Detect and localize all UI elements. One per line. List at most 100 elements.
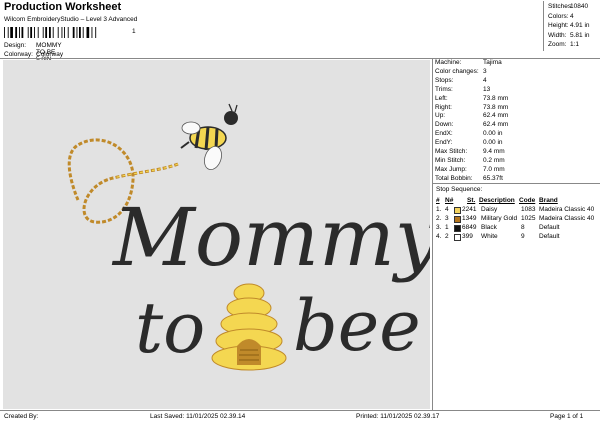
machine-info-label: Stops: [435,76,454,84]
machine-info-value: 62.4 mm [483,121,509,129]
seq-needle: 3 [445,215,449,222]
seq-stitches: 8 [521,224,525,231]
machine-info-value: 73.8 mm [483,103,509,111]
machine-info-value: 65.37ft [483,174,503,182]
machine-info-row: Max Jump: 7.0 mm [435,165,505,173]
thread-color-swatch [454,225,461,232]
thread-color-swatch [454,234,461,241]
seq-stitches: 9 [521,233,525,240]
seq-description: Military Gold [481,215,518,222]
seq-brand: Madeira Classic 40 [539,215,595,222]
thread-color-swatch [454,207,461,214]
machine-info-value: Tajima [483,59,502,66]
machine-info-label: Left: [435,94,448,102]
barcode [4,27,97,38]
col-header-code: Code [519,197,536,204]
machine-info-label: Min Stitch: [435,156,466,164]
machine-info-row: Down: 62.4 mm [435,121,508,129]
seq-stitches: 1083 [521,206,536,213]
seq-needle: 4 [445,206,449,213]
stat-zoom: Zoom: 1:1 [548,41,580,48]
machine-info-label: Machine: [435,59,462,66]
col-header-st: St. [467,197,476,204]
machine-info-value: 4 [483,76,487,84]
machine-info-label: Down: [435,121,454,129]
machine-info-row: Left: 73.8 mm [435,94,508,102]
machine-info-value: 9.4 mm [483,148,505,155]
machine-info-label: EndY: [435,139,453,147]
machine-info-row: Up: 62.4 mm [435,112,508,120]
col-header-num: # [436,197,440,204]
colorway-label: Colorway: [4,51,33,58]
machine-info-label: Max Stitch: [435,148,468,155]
machine-info-value: 62.4 mm [483,112,509,120]
machine-info-label: Up: [435,112,446,120]
machine-info-row: Min Stitch: 0.2 mm [435,156,505,164]
stop-sequence-title: Stop Sequence: [436,186,483,193]
col-header-brand: Brand [539,197,558,204]
footer-printed: Printed: 11/01/2025 02.39.17 [356,413,440,420]
machine-info-row: EndX: 0.00 in [435,130,503,138]
seq-description: White [481,233,498,240]
seq-num: 1. [436,206,442,213]
seq-description: Daisy [481,206,498,213]
seq-needle: 1 [445,224,449,231]
software-subtitle: Wilcom EmbroideryStudio – Level 3 Advanc… [4,16,138,23]
machine-info-label: EndX: [435,130,453,138]
machine-info-label: Max Jump: [435,165,467,173]
design-preview: Mommy to bee [3,60,442,409]
panel-divider [432,58,433,410]
stat-stitches: Stitches: 10840 [548,3,589,10]
machine-info-label: Color changes: [435,67,479,75]
seq-description: Black [481,224,497,231]
seq-needle: 2 [445,233,449,240]
bee-icon [180,103,238,171]
seq-thread-code: 399 [462,233,473,240]
seq-thread-code: 6849 [462,224,477,231]
seq-num: 3. [436,224,442,231]
machine-info-row: Total Bobbin: 65.37ft [435,174,503,182]
machine-info-label: Total Bobbin: [435,174,473,182]
artwork-word-bee: bee [293,285,421,367]
seq-thread-code: 1349 [462,215,477,222]
embroidery-artwork: Mommy to bee [67,103,442,371]
machine-info-label: Trims: [435,85,453,93]
seq-thread-code: 2241 [462,206,477,213]
design-label: Design: [4,42,27,49]
machine-info-row: Right: 73.8 mm [435,103,508,111]
machine-info-value: 7.0 mm [483,165,505,173]
stats-panel: Stitches: 10840 Colors: 4 Height: 4.91 in W… [543,1,600,51]
seq-brand: Madeira Classic 40 [539,206,595,213]
col-header-n: N# [445,197,454,204]
seq-stitches: 1025 [521,215,536,222]
footer-page: Page 1 of 1 [550,413,584,420]
seq-num: 2. [436,215,442,222]
machine-info-row: Color changes: 3 [435,67,487,75]
col-header-description: Description [479,197,515,204]
page-title: Production Worksheet [4,1,122,13]
barcode-suffix: 1 [132,28,136,35]
seq-num: 4. [436,233,442,240]
stat-height: Height: 4.91 in [548,22,590,29]
stat-colors: Colors: 4 [548,12,574,20]
beehive-icon [211,283,287,371]
machine-info-row: Stops: 4 [435,76,487,84]
footer-divider [0,410,600,411]
machine-info-value: 73.8 mm [483,94,509,102]
machine-info-value: 0.00 in [483,130,503,138]
seq-brand: Default [539,224,560,231]
machine-info-row: Machine: Tajima [435,59,502,66]
machine-info-label: Right: [435,103,452,111]
stat-width: Width: 5.81 in [548,31,590,39]
footer-created-by: Created By: [4,413,39,420]
machine-info-value: 3 [483,67,487,75]
machine-info-value: 13 [483,85,491,93]
bobbin-divider [432,183,600,184]
artwork-word-mommy: Mommy [111,191,430,284]
machine-info-row: EndY: 0.00 in [435,139,503,147]
machine-info-row: Trims: 13 [435,85,490,93]
machine-info-value: 0.00 in [483,139,503,147]
thread-color-swatch [454,216,461,223]
machine-info-value: 0.2 mm [483,156,505,164]
footer-last-saved: Last Saved: 11/01/2025 02.39.14 [150,413,246,420]
